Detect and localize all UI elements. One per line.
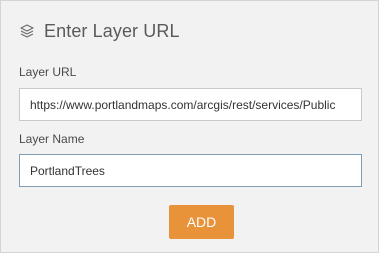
panel-title: Enter Layer URL (44, 20, 180, 41)
panel-header: Enter Layer URL (19, 19, 180, 43)
layer-url-input[interactable] (19, 88, 362, 121)
layer-name-input[interactable] (19, 154, 362, 187)
layers-icon (19, 23, 35, 39)
layer-name-label: Layer Name (19, 132, 85, 146)
add-layer-panel: Enter Layer URL Layer URL Layer Name ADD (0, 0, 379, 253)
layer-url-label: Layer URL (19, 65, 77, 79)
add-button[interactable]: ADD (169, 205, 234, 239)
